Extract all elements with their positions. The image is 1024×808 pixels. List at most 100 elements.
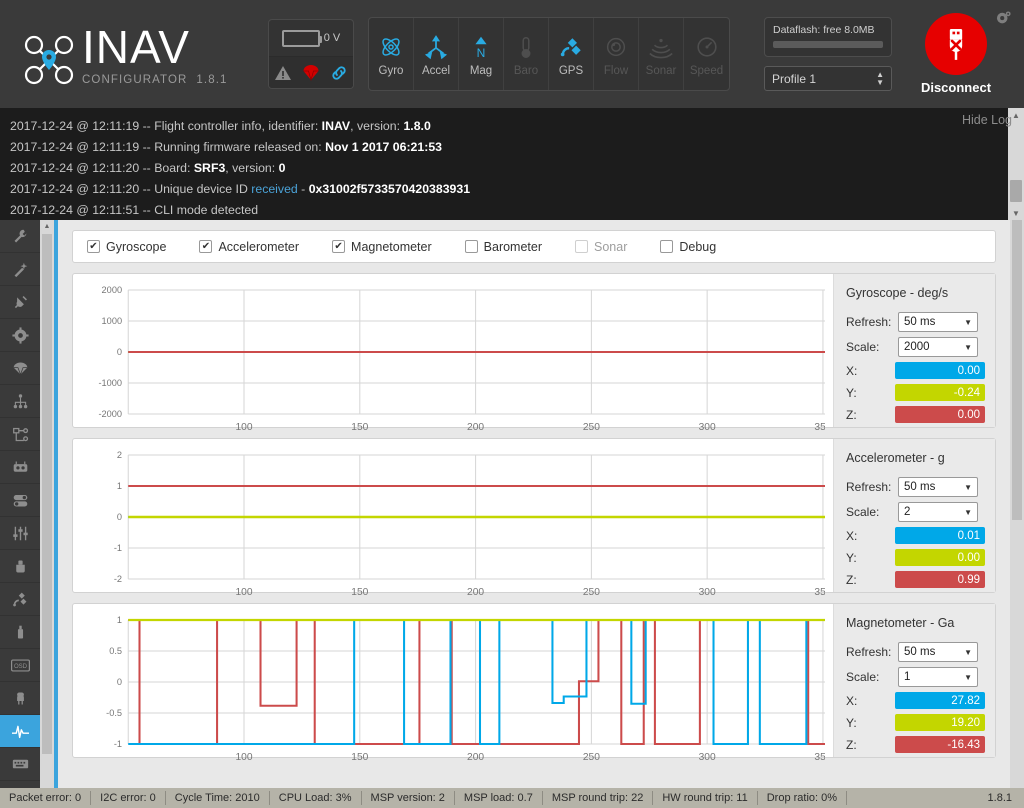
sidebar-item-failsafe[interactable] bbox=[0, 352, 40, 385]
profile-select[interactable]: Profile 1 ▲ ▼ bbox=[764, 66, 892, 91]
svg-text:200: 200 bbox=[467, 422, 484, 433]
chevron-down-icon: ▼ bbox=[964, 317, 972, 327]
accelerometer-info: Accelerometer - g Refresh: 50 ms ▼ Scale… bbox=[833, 439, 995, 592]
flowchart-icon bbox=[12, 427, 28, 441]
svg-text:250: 250 bbox=[583, 587, 600, 598]
log-scrollbar-thumb[interactable] bbox=[1010, 180, 1022, 202]
refresh-label: Refresh: bbox=[846, 480, 892, 494]
accelerometer-refresh-select[interactable]: 50 ms ▼ bbox=[898, 477, 978, 497]
configurator-label: CONFIGURATOR bbox=[82, 74, 188, 86]
disconnect-button[interactable]: Disconnect bbox=[902, 13, 1010, 95]
wand-icon bbox=[14, 262, 27, 277]
svg-text:150: 150 bbox=[351, 422, 368, 433]
svg-text:300: 300 bbox=[699, 752, 716, 763]
servo-icon bbox=[17, 625, 23, 638]
axis-label-z: Z: bbox=[846, 572, 857, 587]
gear-icon[interactable] bbox=[995, 10, 1012, 27]
magnetometer-y-value: 19.20 bbox=[895, 714, 985, 731]
checkbox-gyroscope[interactable]: ✔ Gyroscope bbox=[87, 240, 166, 254]
accelerometer-scale-select[interactable]: 2 ▼ bbox=[898, 502, 978, 522]
sidebar-item-mixer[interactable] bbox=[0, 418, 40, 451]
accelerometer-y-row: Y: 0.00 bbox=[846, 549, 985, 566]
gear-icon bbox=[11, 326, 29, 344]
svg-text:0.5: 0.5 bbox=[109, 646, 122, 656]
transmitter-icon bbox=[13, 461, 27, 472]
content-scrollbar[interactable] bbox=[1010, 220, 1024, 788]
log-mid: , version: bbox=[225, 161, 279, 175]
gyroscope-y-row: Y: -0.24 bbox=[846, 384, 985, 401]
svg-text:-1000: -1000 bbox=[98, 378, 122, 388]
log-timestamp: 2017-12-24 @ 12:11:19 -- bbox=[10, 140, 155, 154]
checkbox-debug[interactable]: Debug bbox=[660, 240, 716, 254]
sidebar-item-calibration[interactable] bbox=[0, 253, 40, 286]
sidebar-item-led-strip[interactable] bbox=[0, 682, 40, 715]
checkbox-barometer-box[interactable] bbox=[464, 240, 478, 253]
svg-text:0: 0 bbox=[117, 512, 122, 522]
axis-label-z: Z: bbox=[846, 407, 857, 422]
svg-text:1: 1 bbox=[117, 615, 122, 625]
hide-log-button[interactable]: Hide Log bbox=[962, 113, 1012, 127]
header-right-controls: Dataflash: free 8.0MB Profile 1 ▲ ▼ Disco bbox=[764, 13, 1024, 95]
gyroscope-refresh-select[interactable]: 50 ms ▼ bbox=[898, 312, 978, 332]
magnetometer-chart: 1 0.5 0 -0.5 -1 100 150 200 250 300 3 bbox=[73, 604, 833, 763]
magnetometer-scale-select[interactable]: 1 ▼ bbox=[898, 667, 978, 687]
accelerometer-panel: 2 1 0 -1 -2 100 150 200 250 300 3 Accele… bbox=[72, 438, 996, 598]
osd-icon: OSD bbox=[10, 658, 30, 672]
scroll-down-arrow-icon[interactable]: ▼ bbox=[1008, 206, 1024, 220]
chevron-down-icon: ▼ bbox=[964, 672, 972, 682]
svg-text:100: 100 bbox=[235, 422, 252, 433]
svg-text:0: 0 bbox=[117, 347, 122, 357]
svg-text:150: 150 bbox=[351, 587, 368, 598]
checkbox-magnetometer[interactable]: ✔ Magnetometer bbox=[332, 240, 432, 254]
checkbox-accelerometer-box[interactable]: ✔ bbox=[199, 240, 213, 253]
gps-icon bbox=[558, 32, 584, 62]
sidebar-item-blackbox[interactable] bbox=[0, 748, 40, 781]
gyroscope-scale-select[interactable]: 2000 ▼ bbox=[898, 337, 978, 357]
log-timestamp: 2017-12-24 @ 12:11:20 -- bbox=[10, 182, 155, 196]
log-text: CLI mode detected bbox=[154, 203, 259, 217]
sidebar-item-setup[interactable] bbox=[0, 220, 40, 253]
log-timestamp: 2017-12-24 @ 12:11:51 -- bbox=[10, 203, 155, 217]
gyroscope-y-value: -0.24 bbox=[895, 384, 985, 401]
svg-text:350: 350 bbox=[814, 752, 825, 763]
plug-icon bbox=[14, 295, 27, 308]
sidebar-item-sensors[interactable] bbox=[0, 715, 40, 748]
sidebar-item-servos[interactable] bbox=[0, 616, 40, 649]
checkbox-debug-box[interactable] bbox=[660, 240, 674, 253]
log-timestamp: 2017-12-24 @ 12:11:20 -- bbox=[10, 161, 155, 175]
svg-text:350: 350 bbox=[814, 587, 825, 598]
satellite-icon bbox=[12, 592, 26, 606]
axis-label-x: X: bbox=[846, 528, 858, 543]
accel-icon bbox=[423, 32, 449, 62]
sidebar-scrollbar[interactable]: ▲ bbox=[40, 220, 54, 788]
sidebar-item-motors[interactable] bbox=[0, 550, 40, 583]
sidebar-item-adjustments[interactable] bbox=[0, 517, 40, 550]
motor-icon bbox=[15, 560, 25, 572]
sidebar-item-gps[interactable] bbox=[0, 583, 40, 616]
svg-text:2000: 2000 bbox=[102, 285, 123, 295]
sidebar-item-pid-tuning[interactable] bbox=[0, 385, 40, 418]
checkbox-barometer[interactable]: Barometer bbox=[464, 240, 542, 254]
svg-text:2: 2 bbox=[117, 450, 122, 460]
sidebar-item-receiver[interactable] bbox=[0, 451, 40, 484]
checkbox-gyroscope-box[interactable]: ✔ bbox=[87, 240, 100, 253]
gyroscope-refresh-value: 50 ms bbox=[904, 316, 936, 328]
magnetometer-refresh-select[interactable]: 50 ms ▼ bbox=[898, 642, 978, 662]
axis-label-z: Z: bbox=[846, 737, 857, 752]
sidebar-item-osd[interactable]: OSD bbox=[0, 649, 40, 682]
sidebar-item-modes[interactable] bbox=[0, 484, 40, 517]
log-link[interactable]: received bbox=[251, 182, 297, 196]
sidebar-item-ports[interactable] bbox=[0, 286, 40, 319]
log-text: Unique device ID bbox=[154, 182, 252, 196]
magnetometer-panel: 1 0.5 0 -0.5 -1 100 150 200 250 300 3 Ma… bbox=[72, 603, 996, 763]
sidebar-item-configuration[interactable] bbox=[0, 319, 40, 352]
log-line: 2017-12-24 @ 12:11:19 -- Running firmwar… bbox=[10, 137, 1008, 158]
checkbox-accelerometer[interactable]: ✔ Accelerometer bbox=[199, 240, 299, 254]
checkbox-magnetometer-box[interactable]: ✔ bbox=[332, 240, 346, 253]
blackbox-icon bbox=[12, 759, 28, 769]
content-scrollbar-thumb[interactable] bbox=[1012, 220, 1022, 520]
battery-icon bbox=[281, 29, 322, 47]
dataflash-progress-bar bbox=[773, 41, 883, 48]
scroll-up-arrow-icon[interactable]: ▲ bbox=[40, 220, 54, 233]
sidebar-scrollbar-thumb[interactable] bbox=[42, 234, 52, 754]
